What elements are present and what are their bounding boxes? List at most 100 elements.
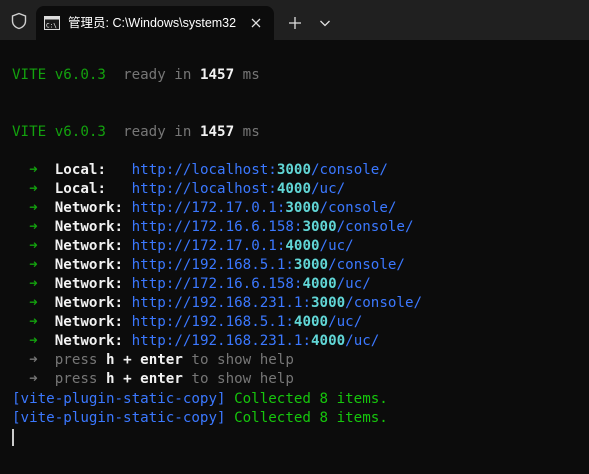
url-port: 4000: [311, 333, 346, 349]
url-line: ➜ Network: http://172.16.6.158:4000/uc/: [12, 275, 371, 294]
url-link[interactable]: http://localhost:3000/console/: [132, 162, 388, 178]
arrow-icon: ➜: [29, 295, 38, 311]
vite-version: v6.0.3: [54, 124, 106, 140]
arrow-icon: ➜: [29, 371, 38, 387]
url-port: 3000: [276, 162, 311, 178]
chevron-down-icon[interactable]: [314, 12, 336, 34]
copy-line: [vite-plugin-static-copy] Collected 8 it…: [12, 390, 388, 409]
help-key: h + enter: [106, 352, 183, 368]
url-path: /console/: [336, 219, 414, 235]
url-label: Local:: [54, 162, 106, 178]
url-link[interactable]: http://172.17.0.1:4000/uc/: [132, 238, 354, 254]
url-path: /uc/: [336, 276, 371, 292]
ready-text: ready in: [123, 124, 192, 140]
url-port: 3000: [293, 257, 329, 273]
plus-icon[interactable]: [284, 12, 306, 34]
url-label: Network:: [54, 276, 124, 292]
url-port: 4000: [276, 181, 311, 197]
plugin-message: Collected 8 items.: [234, 410, 388, 426]
arrow-icon: ➜: [29, 200, 38, 216]
vite-name: VITE: [12, 67, 47, 83]
url-path: /uc/: [345, 333, 380, 349]
url-link[interactable]: http://172.17.0.1:3000/console/: [132, 200, 397, 216]
ready-unit: ms: [242, 124, 260, 140]
close-icon[interactable]: [248, 15, 264, 31]
url-path: /console/: [311, 162, 388, 178]
help-rest: to show help: [191, 371, 294, 387]
url-line: ➜ Local: http://localhost:3000/console/: [12, 161, 388, 180]
url-host: http://192.168.5.1:: [131, 314, 294, 330]
url-path: /uc/: [319, 238, 354, 254]
url-link[interactable]: http://localhost:4000/uc/: [132, 181, 346, 197]
shield-icon[interactable]: [10, 12, 28, 30]
url-line: ➜ Network: http://192.168.231.1:3000/con…: [12, 294, 422, 313]
vite-name: VITE: [12, 124, 47, 140]
ready-time: 1457: [199, 124, 235, 140]
tab-terminal[interactable]: C:\ 管理员: C:\Windows\system32: [36, 6, 274, 40]
svg-text:C:\: C:\: [46, 23, 57, 30]
url-line: ➜ Network: http://192.168.231.1:4000/uc/: [12, 332, 379, 351]
url-link[interactable]: http://192.168.231.1:3000/console/: [132, 295, 422, 311]
vite-ready-line: VITE v6.0.3 ready in 1457 ms: [12, 123, 260, 142]
help-rest: to show help: [191, 352, 294, 368]
vite-version: v6.0.3: [54, 67, 106, 83]
url-host: http://localhost:: [131, 181, 277, 197]
arrow-icon: ➜: [29, 238, 38, 254]
url-line: ➜ Local: http://localhost:4000/uc/: [12, 180, 345, 199]
text-cursor: [12, 429, 14, 446]
url-host: http://192.168.5.1:: [131, 257, 294, 273]
url-label: Network:: [54, 200, 124, 216]
url-link[interactable]: http://172.16.6.158:4000/uc/: [132, 276, 371, 292]
ready-unit: ms: [242, 67, 260, 83]
url-link[interactable]: http://192.168.231.1:4000/uc/: [132, 333, 380, 349]
url-path: /console/: [319, 200, 397, 216]
tab-title: 管理员: C:\Windows\system32: [68, 16, 237, 30]
help-key: h + enter: [106, 371, 183, 387]
help-press: press: [54, 371, 98, 387]
url-label: Network:: [54, 333, 124, 349]
vite-ready-line: VITE v6.0.3 ready in 1457 ms: [12, 66, 260, 85]
help-line: ➜ press h + enter to show help: [12, 370, 294, 389]
url-line: ➜ Network: http://172.16.6.158:3000/cons…: [12, 218, 414, 237]
ready-time: 1457: [199, 67, 235, 83]
url-host: http://172.17.0.1:: [131, 200, 286, 216]
url-host: http://192.168.231.1:: [131, 295, 311, 311]
url-host: http://192.168.231.1:: [131, 333, 311, 349]
arrow-icon: ➜: [29, 181, 38, 197]
url-label: Network:: [54, 257, 124, 273]
url-host: http://172.16.6.158:: [131, 219, 303, 235]
url-label: Network:: [54, 295, 124, 311]
url-path: /console/: [328, 257, 405, 273]
url-label: Network:: [54, 219, 124, 235]
url-link[interactable]: http://172.16.6.158:3000/console/: [132, 219, 414, 235]
url-port: 4000: [302, 276, 337, 292]
terminal-icon: C:\: [44, 16, 60, 30]
copy-line: [vite-plugin-static-copy] Collected 8 it…: [12, 409, 388, 428]
url-label: Network:: [54, 238, 124, 254]
url-host: http://172.17.0.1:: [131, 238, 286, 254]
arrow-icon: ➜: [29, 314, 38, 330]
plugin-message: Collected 8 items.: [234, 391, 388, 407]
url-link[interactable]: http://192.168.5.1:4000/uc/: [132, 314, 363, 330]
url-port: 3000: [285, 200, 320, 216]
url-link[interactable]: http://192.168.5.1:3000/console/: [132, 257, 405, 273]
url-path: /uc/: [311, 181, 346, 197]
url-label: Local:: [54, 181, 106, 197]
url-host: http://172.16.6.158:: [131, 276, 303, 292]
url-port: 3000: [311, 295, 346, 311]
help-line: ➜ press h + enter to show help: [12, 351, 294, 370]
url-line: ➜ Network: http://192.168.5.1:3000/conso…: [12, 256, 405, 275]
arrow-icon: ➜: [29, 257, 38, 273]
url-path: /console/: [345, 295, 423, 311]
url-path: /uc/: [328, 314, 363, 330]
url-host: http://localhost:: [131, 162, 277, 178]
arrow-icon: ➜: [29, 276, 38, 292]
arrow-icon: ➜: [29, 162, 38, 178]
terminal-output[interactable]: VITE v6.0.3 ready in 1457 ms VITE v6.0.3…: [0, 40, 589, 474]
plugin-tag: [vite-plugin-static-copy]: [12, 391, 226, 407]
url-line: ➜ Network: http://172.17.0.1:3000/consol…: [12, 199, 396, 218]
plugin-tag: [vite-plugin-static-copy]: [12, 410, 226, 426]
title-bar: C:\ 管理员: C:\Windows\system32: [0, 0, 589, 40]
url-line: ➜ Network: http://192.168.5.1:4000/uc/: [12, 313, 362, 332]
url-line: ➜ Network: http://172.17.0.1:4000/uc/: [12, 237, 354, 256]
